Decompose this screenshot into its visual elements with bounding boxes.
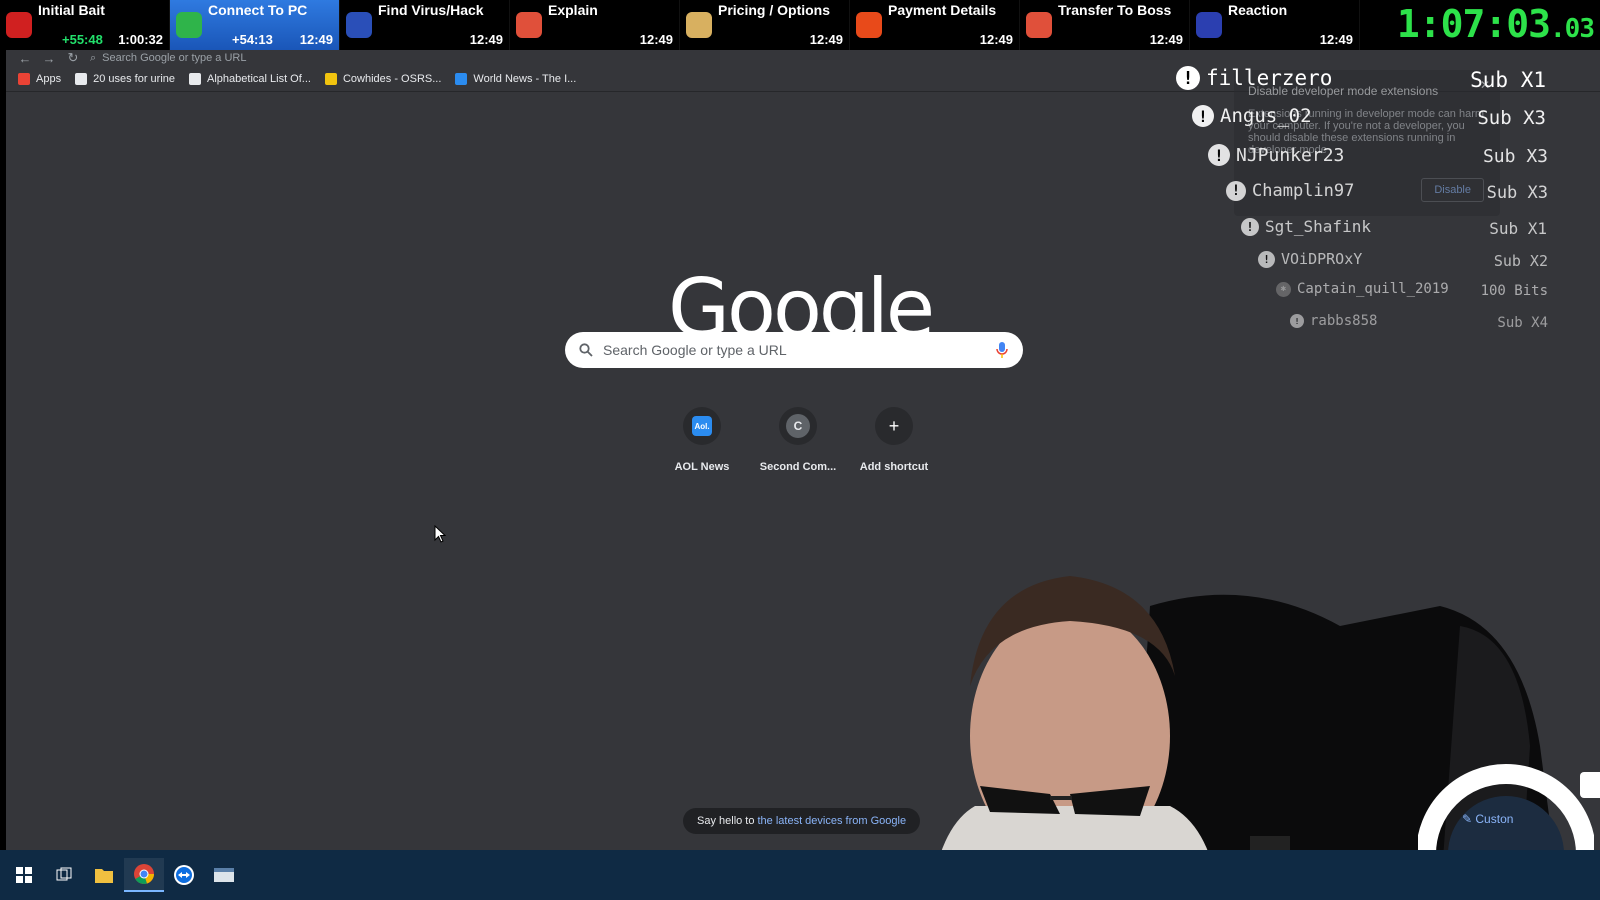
split-time: 12:49: [1149, 32, 1183, 47]
bookmark-4[interactable]: World News - The I...: [455, 72, 577, 85]
promo-link[interactable]: the latest devices from Google: [757, 815, 906, 827]
meter-gauge: [1418, 764, 1594, 854]
customize-button[interactable]: ✎ Custon: [1462, 812, 1513, 826]
split-4: Pricing / Options 12:49: [680, 0, 850, 50]
split-name: Initial Bait: [38, 2, 105, 18]
bookmark-label: Alphabetical List Of...: [207, 72, 311, 85]
split-name: Find Virus/Hack: [378, 2, 484, 18]
chrome-icon[interactable]: [124, 858, 164, 892]
split-icon: [856, 12, 882, 38]
apps-grid-icon: [18, 72, 30, 85]
split-name: Connect To PC: [208, 2, 308, 18]
split-2: Find Virus/Hack 12:49: [340, 0, 510, 50]
add-shortcut-button[interactable]: + Add shortcut: [848, 402, 940, 473]
split-time: 12:49: [639, 32, 673, 47]
teamviewer-icon[interactable]: [164, 858, 204, 892]
split-icon: [346, 12, 372, 38]
shortcut-aol-news[interactable]: Aol. AOL News: [656, 402, 748, 473]
bookmark-label: 20 uses for urine: [93, 72, 176, 85]
split-icon: [1196, 12, 1222, 38]
bookmark-0[interactable]: Apps: [18, 72, 62, 85]
timer-main: 1:07:03: [1396, 2, 1551, 46]
split-7: Reaction 12:49: [1190, 0, 1360, 50]
task-view-icon[interactable]: [44, 858, 84, 892]
bookmark-2[interactable]: Alphabetical List Of...: [189, 72, 311, 85]
app-window-icon[interactable]: [204, 858, 244, 892]
split-time: 1:00:32: [118, 32, 163, 47]
letter-c-icon: C: [786, 414, 810, 438]
split-6: Transfer To Boss 12:49: [1020, 0, 1190, 50]
split-icon: [6, 12, 32, 38]
windows-taskbar: [0, 850, 1600, 900]
bookmark-label: Apps: [36, 72, 62, 85]
popup-title: Disable developer mode extensions: [1248, 84, 1439, 98]
split-name: Reaction: [1228, 2, 1288, 18]
timer-fraction: .03: [1550, 14, 1595, 44]
split-name: Transfer To Boss: [1058, 2, 1172, 18]
mouse-cursor-icon: [434, 525, 446, 543]
back-arrow-icon[interactable]: ←: [18, 51, 32, 66]
omnibox-placeholder: Search Google or type a URL: [102, 52, 247, 64]
bookmark-1[interactable]: 20 uses for urine: [75, 72, 176, 85]
split-name: Payment Details: [888, 2, 997, 18]
split-time: 12:49: [809, 32, 843, 47]
globe-icon: [75, 72, 88, 85]
split-name: Explain: [548, 2, 598, 18]
split-icon: [516, 12, 542, 38]
search-placeholder: Search Google or type a URL: [603, 342, 787, 358]
shortcut-tile: Aol.: [683, 407, 721, 445]
start-icon[interactable]: [4, 858, 44, 892]
shortcuts-grid: Aol. AOL News C Second Com... + Add shor…: [656, 402, 940, 473]
aol-favicon-icon: [455, 72, 468, 85]
disable-button[interactable]: Disable: [1421, 178, 1484, 202]
split-delta: +55:48: [62, 32, 103, 47]
shortcut-tile: +: [875, 407, 913, 445]
split-time: 12:49: [469, 32, 503, 47]
split-0: Initial Bait +55:48 1:00:32: [0, 0, 170, 50]
customize-label: Custon: [1475, 812, 1514, 826]
split-1: Connect To PC +54:13 12:49: [170, 0, 340, 50]
plus-icon: +: [888, 416, 900, 436]
promo-banner: Say hello to the latest devices from Goo…: [683, 808, 921, 834]
page-favicon-icon: [189, 72, 202, 85]
file-explorer-icon[interactable]: [84, 858, 124, 892]
split-5: Payment Details 12:49: [850, 0, 1020, 50]
teamviewer-side-icon[interactable]: [1580, 772, 1600, 798]
search-icon: [579, 343, 593, 357]
shortcut-label: Add shortcut: [859, 461, 929, 473]
split-time: 12:49: [1319, 32, 1353, 47]
shortcut-tile: C: [779, 407, 817, 445]
bookmark-label: World News - The I...: [473, 72, 577, 85]
search-icon: ⌕: [90, 51, 97, 64]
aol-icon: Aol.: [692, 416, 712, 436]
bookmark-3[interactable]: Cowhides - OSRS...: [324, 72, 442, 85]
developer-mode-popup: Disable developer mode extensions ✕ Exte…: [1234, 70, 1500, 216]
split-delta: +54:13: [232, 32, 273, 47]
pencil-icon: ✎: [1462, 812, 1476, 826]
wiki-favicon-icon: [324, 72, 337, 85]
search-input[interactable]: Search Google or type a URL: [565, 332, 1023, 368]
popup-body: Extensions running in developer mode can…: [1248, 108, 1485, 156]
shortcut-second-com[interactable]: C Second Com...: [752, 402, 844, 473]
split-icon: [176, 12, 202, 38]
promo-text: Say hello to: [697, 815, 755, 827]
omnibox[interactable]: ⌕ Search Google or type a URL: [90, 52, 246, 65]
split-time: 12:49: [299, 32, 333, 47]
microphone-icon[interactable]: [995, 341, 1009, 359]
split-time: 12:49: [979, 32, 1013, 47]
shortcut-label: Second Com...: [759, 461, 837, 473]
speedrun-splits-bar: Initial Bait +55:48 1:00:32 Connect To PC +5…: [0, 0, 1600, 50]
split-3: Explain 12:49: [510, 0, 680, 50]
close-icon[interactable]: ✕: [1480, 78, 1490, 92]
split-name: Pricing / Options: [718, 2, 831, 18]
reload-icon[interactable]: ↻: [66, 50, 80, 66]
forward-arrow-icon[interactable]: →: [42, 51, 56, 66]
split-icon: [1026, 12, 1052, 38]
speedrun-timer: 1:07:03.03: [1396, 0, 1595, 53]
split-icon: [686, 12, 712, 38]
bookmark-label: Cowhides - OSRS...: [342, 72, 442, 85]
browser-toolbar: ← → ↻ ⌕ Search Google or type a URL: [6, 50, 1600, 66]
shortcut-label: AOL News: [674, 461, 730, 473]
